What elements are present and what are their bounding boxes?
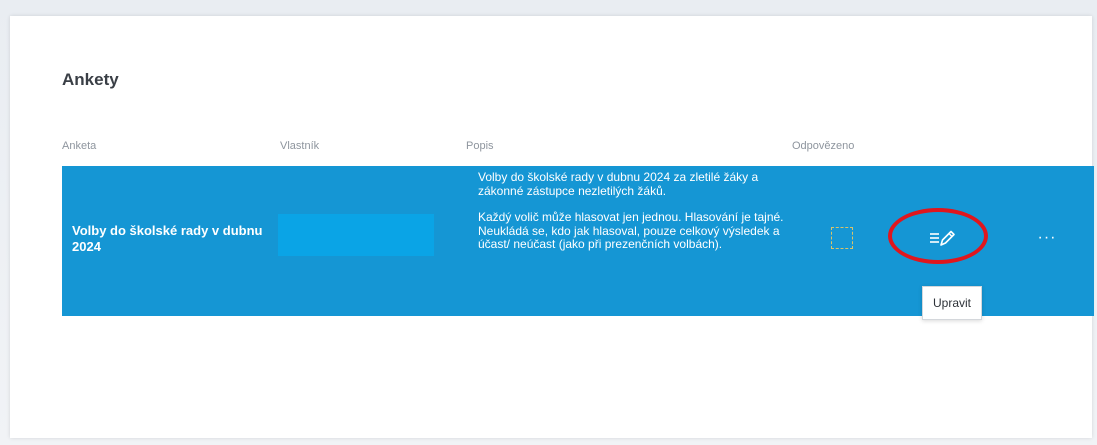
column-header-vlastnik: Vlastník [280, 140, 320, 152]
more-options-button[interactable]: ··· [1034, 228, 1060, 248]
description-paragraph-1: Volby do školské rady v dubnu 2024 za zl… [478, 170, 759, 198]
description-paragraph-2: Každý volič může hlasovat jen jednou. Hl… [478, 210, 784, 251]
poll-name[interactable]: Volby do školské rady v dubnu 2024 [72, 223, 272, 255]
card-title: Ankety [62, 70, 119, 89]
poll-description: Volby do školské rady v dubnu 2024 za zl… [478, 170, 798, 265]
column-header-popis: Popis [466, 140, 494, 152]
owner-cell [278, 214, 434, 256]
edit-button[interactable] [924, 224, 960, 252]
column-header-odpovezeno: Odpovězeno [792, 140, 855, 152]
column-header-anketa: Anketa [62, 140, 97, 152]
page: Ankety Anketa Vlastník Popis Odpovězeno … [0, 0, 1097, 445]
polls-card: Ankety Anketa Vlastník Popis Odpovězeno … [10, 16, 1094, 438]
edit-pencil-icon [930, 230, 955, 246]
answered-checkbox[interactable] [831, 227, 853, 249]
edit-tooltip: Upravit [922, 286, 983, 320]
